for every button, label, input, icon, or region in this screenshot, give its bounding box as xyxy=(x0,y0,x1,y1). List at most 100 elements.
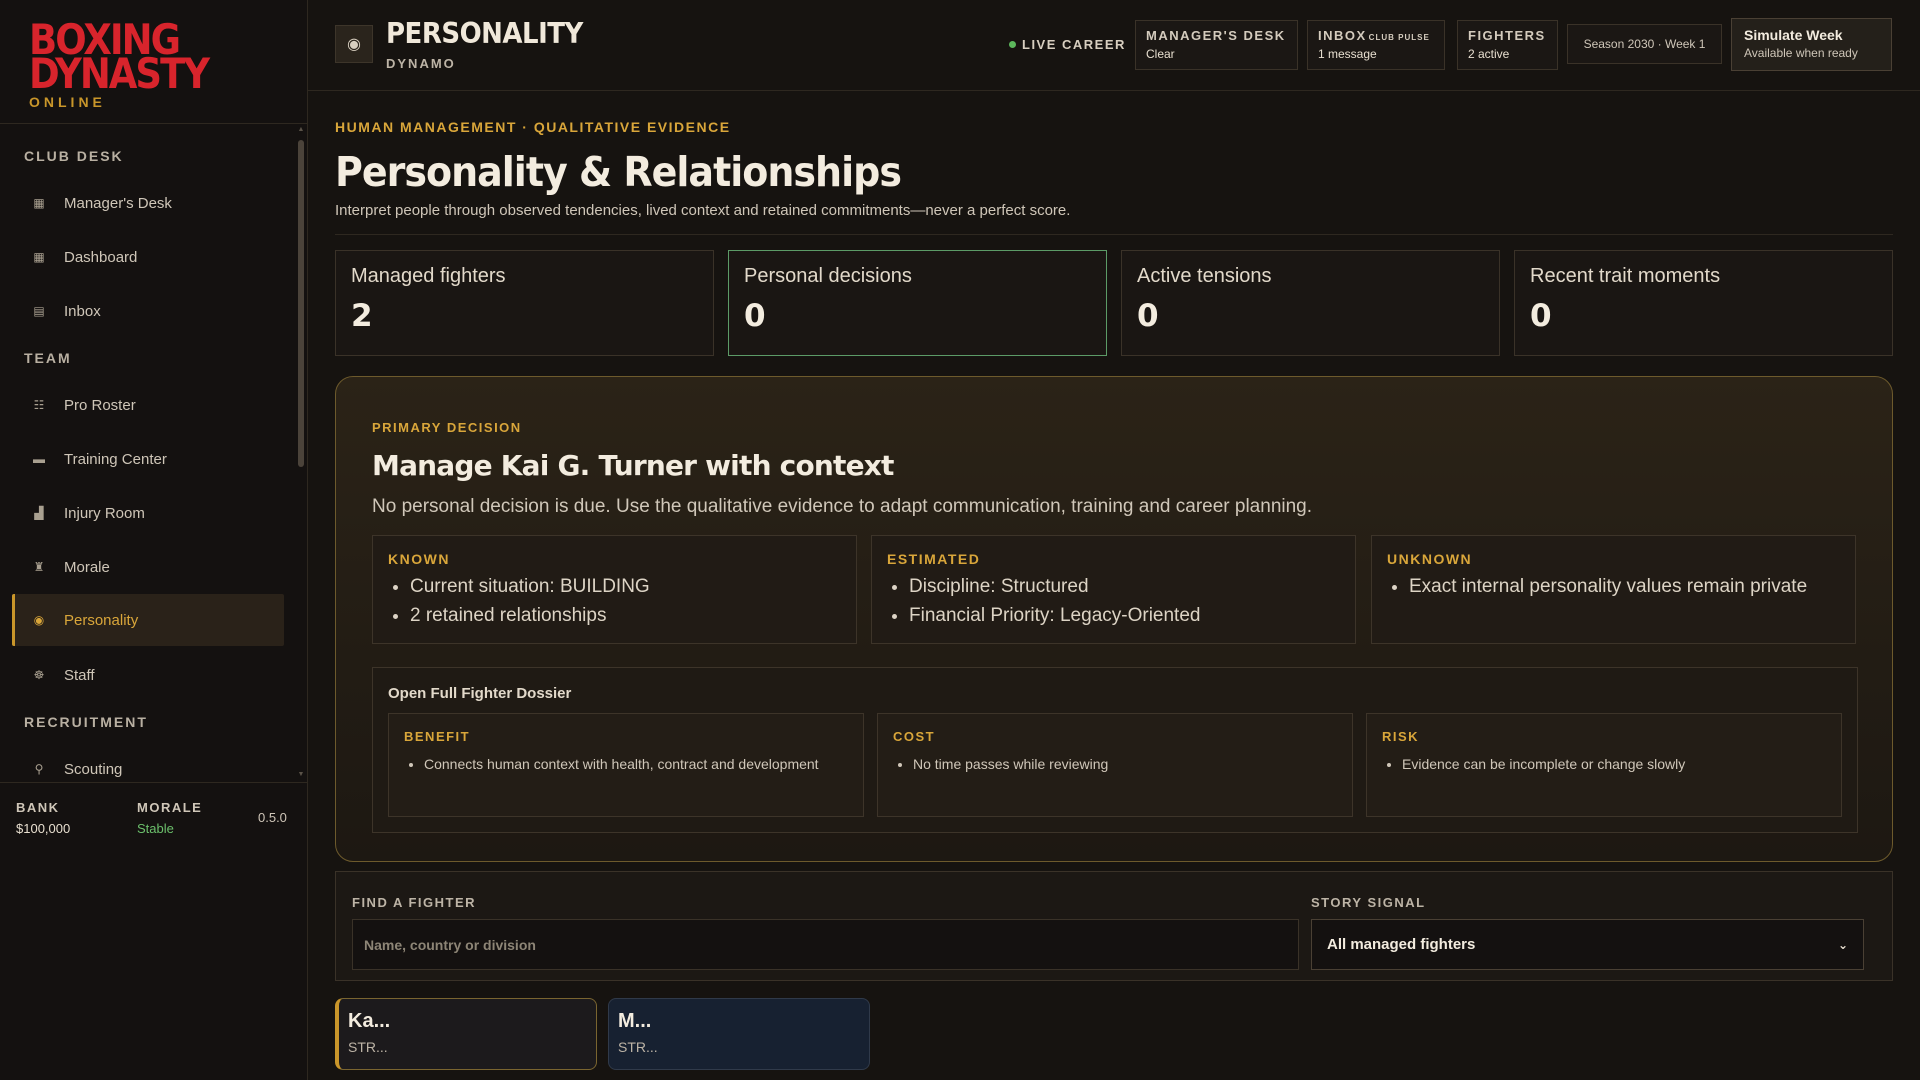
stat-value: 0 xyxy=(1137,298,1159,334)
benefit-item: Connects human context with health, cont… xyxy=(424,754,848,775)
inbox-icon: ▤ xyxy=(33,304,45,318)
fighters-value: 2 active xyxy=(1468,47,1510,61)
estimated-evidence-card: ESTIMATED Discipline: Structured Financi… xyxy=(871,535,1356,644)
inbox-button[interactable]: INBOX CLUB PULSE 1 message xyxy=(1307,20,1445,70)
open-dossier-button[interactable]: Open Full Fighter Dossier xyxy=(388,685,571,702)
live-career-status: LIVE CAREER xyxy=(1009,37,1126,52)
sidebar-item-staff[interactable]: ☸ Staff xyxy=(12,649,284,701)
scouting-icon: ⚲ xyxy=(34,762,44,776)
decision-eyebrow: PRIMARY DECISION xyxy=(372,420,522,435)
sidebar-item-training-center[interactable]: ▬ Training Center xyxy=(12,433,284,485)
roster-icon: ☷ xyxy=(33,398,45,412)
known-item: 2 retained relationships xyxy=(410,604,841,628)
stat-label: Recent trait moments xyxy=(1530,265,1721,287)
stat-active-tensions: Active tensions 0 xyxy=(1121,250,1500,356)
page-description: Interpret people through observed tenden… xyxy=(335,202,1071,219)
staff-icon: ☸ xyxy=(33,668,45,682)
logo-title: BOXING DYNASTY xyxy=(29,16,210,98)
managers-desk-label: MANAGER'S DESK xyxy=(1146,28,1286,43)
sidebar-item-morale[interactable]: ♜ Morale xyxy=(12,541,284,593)
page-eyebrow: HUMAN MANAGEMENT · QUALITATIVE EVIDENCE xyxy=(335,119,731,135)
fighter-name: M... xyxy=(618,1010,652,1032)
simulate-week-status: Available when ready xyxy=(1744,46,1858,60)
bank-value: $100,000 xyxy=(16,821,71,836)
sidebar-scrollbar[interactable] xyxy=(298,140,304,467)
inbox-label: INBOX CLUB PULSE xyxy=(1318,28,1434,43)
decision-description: No personal decision is due. Use the qua… xyxy=(372,496,1313,517)
stat-value: 0 xyxy=(1530,298,1552,334)
fighter-dossier-action[interactable]: Open Full Fighter Dossier BENEFIT Connec… xyxy=(372,667,1858,833)
live-status-dot-icon xyxy=(1009,41,1016,48)
sidebar-item-label: Morale xyxy=(64,558,110,576)
unknown-label: UNKNOWN xyxy=(1387,551,1473,567)
fighter-card[interactable]: M... STR... xyxy=(608,998,870,1070)
sidebar-item-label: Inbox xyxy=(64,302,101,320)
estimated-item: Discipline: Structured xyxy=(909,575,1340,599)
benefit-label: BENEFIT xyxy=(404,729,471,744)
morale-label: MORALE xyxy=(137,800,203,815)
story-signal-select[interactable]: All managed fighters ⌄ xyxy=(1311,919,1864,970)
sidebar-item-label: Pro Roster xyxy=(64,396,136,414)
personality-icon: ◉ xyxy=(335,25,373,63)
chevron-down-icon: ⌄ xyxy=(1837,937,1848,952)
managers-desk-value: Clear xyxy=(1146,47,1175,61)
sidebar-item-label: Injury Room xyxy=(64,504,145,522)
stat-value: 0 xyxy=(744,298,766,334)
stat-managed-fighters: Managed fighters 2 xyxy=(335,250,714,356)
benefit-card: BENEFIT Connects human context with heal… xyxy=(388,713,864,817)
sidebar-item-pro-roster[interactable]: ☷ Pro Roster xyxy=(12,379,284,431)
find-fighter-label: FIND A FIGHTER xyxy=(352,895,477,910)
header-divider xyxy=(335,234,1893,235)
managers-desk-button[interactable]: MANAGER'S DESK Clear xyxy=(1135,20,1298,70)
live-career-label: LIVE CAREER xyxy=(1022,37,1126,52)
sidebar-item-label: Manager's Desk xyxy=(64,194,172,212)
training-icon: ▬ xyxy=(33,452,45,466)
risk-item: Evidence can be incomplete or change slo… xyxy=(1402,754,1826,775)
nav-section-recruitment: RECRUITMENT xyxy=(24,714,148,730)
sidebar-item-label: Staff xyxy=(64,666,95,684)
scroll-down-arrow-icon[interactable]: ▼ xyxy=(297,771,305,779)
fighter-card-selected[interactable]: Ka... STR... xyxy=(335,998,597,1070)
estimated-item: Financial Priority: Legacy-Oriented xyxy=(909,604,1340,628)
bank-label: BANK xyxy=(16,800,60,815)
sidebar-item-managers-desk[interactable]: ▦ Manager's Desk xyxy=(12,177,284,229)
scroll-up-arrow-icon[interactable]: ▲ xyxy=(297,126,305,134)
unknown-evidence-card: UNKNOWN Exact internal personality value… xyxy=(1371,535,1856,644)
find-fighter-input[interactable] xyxy=(352,919,1299,970)
risk-label: RISK xyxy=(1382,729,1420,744)
primary-decision-panel: PRIMARY DECISION Manage Kai G. Turner wi… xyxy=(335,376,1893,862)
sidebar-item-inbox[interactable]: ▤ Inbox xyxy=(12,285,284,337)
desk-icon: ▦ xyxy=(33,196,45,210)
fighters-label: FIGHTERS xyxy=(1468,28,1546,43)
story-signal-value: All managed fighters xyxy=(1327,936,1476,953)
known-item: Current situation: BUILDING xyxy=(410,575,841,599)
sidebar-item-injury-room[interactable]: ▟ Injury Room xyxy=(12,487,284,539)
story-signal-label: STORY SIGNAL xyxy=(1311,895,1426,910)
known-evidence-card: KNOWN Current situation: BUILDING 2 reta… xyxy=(372,535,857,644)
dashboard-icon: ▦ xyxy=(33,250,45,264)
injury-icon: ▟ xyxy=(34,506,44,520)
sidebar-item-label: Training Center xyxy=(64,450,167,468)
sidebar-item-scouting[interactable]: ⚲ Scouting xyxy=(12,743,284,782)
fighter-style: STR... xyxy=(348,1039,388,1055)
nav-section-team: TEAM xyxy=(24,350,72,366)
sidebar-item-label: Dashboard xyxy=(64,248,138,266)
stat-value: 2 xyxy=(351,298,373,334)
main-content: HUMAN MANAGEMENT · QUALITATIVE EVIDENCE … xyxy=(308,92,1920,1080)
sidebar-nav: CLUB DESK ▦ Manager's Desk ▦ Dashboard ▤… xyxy=(0,124,300,782)
app-logo[interactable]: BOXING DYNASTY ONLINE xyxy=(29,16,210,110)
simulate-week-label: Simulate Week xyxy=(1744,27,1843,43)
cost-item: No time passes while reviewing xyxy=(913,754,1337,775)
sidebar-item-dashboard[interactable]: ▦ Dashboard xyxy=(12,231,284,283)
sidebar-item-personality[interactable]: ◉ Personality xyxy=(12,594,284,646)
personality-icon: ◉ xyxy=(33,613,45,627)
fighters-button[interactable]: FIGHTERS 2 active xyxy=(1457,20,1558,70)
sidebar-item-label: Scouting xyxy=(64,760,123,778)
sidebar-footer: BANK $100,000 MORALE Stable 0.5.0 xyxy=(0,782,307,850)
season-indicator: Season 2030 · Week 1 xyxy=(1567,24,1722,64)
simulate-week-button[interactable]: Simulate Week Available when ready xyxy=(1731,18,1892,71)
cost-card: COST No time passes while reviewing xyxy=(877,713,1353,817)
stat-recent-trait-moments: Recent trait moments 0 xyxy=(1514,250,1893,356)
morale-value: Stable xyxy=(137,821,174,836)
stat-label: Managed fighters xyxy=(351,265,506,287)
